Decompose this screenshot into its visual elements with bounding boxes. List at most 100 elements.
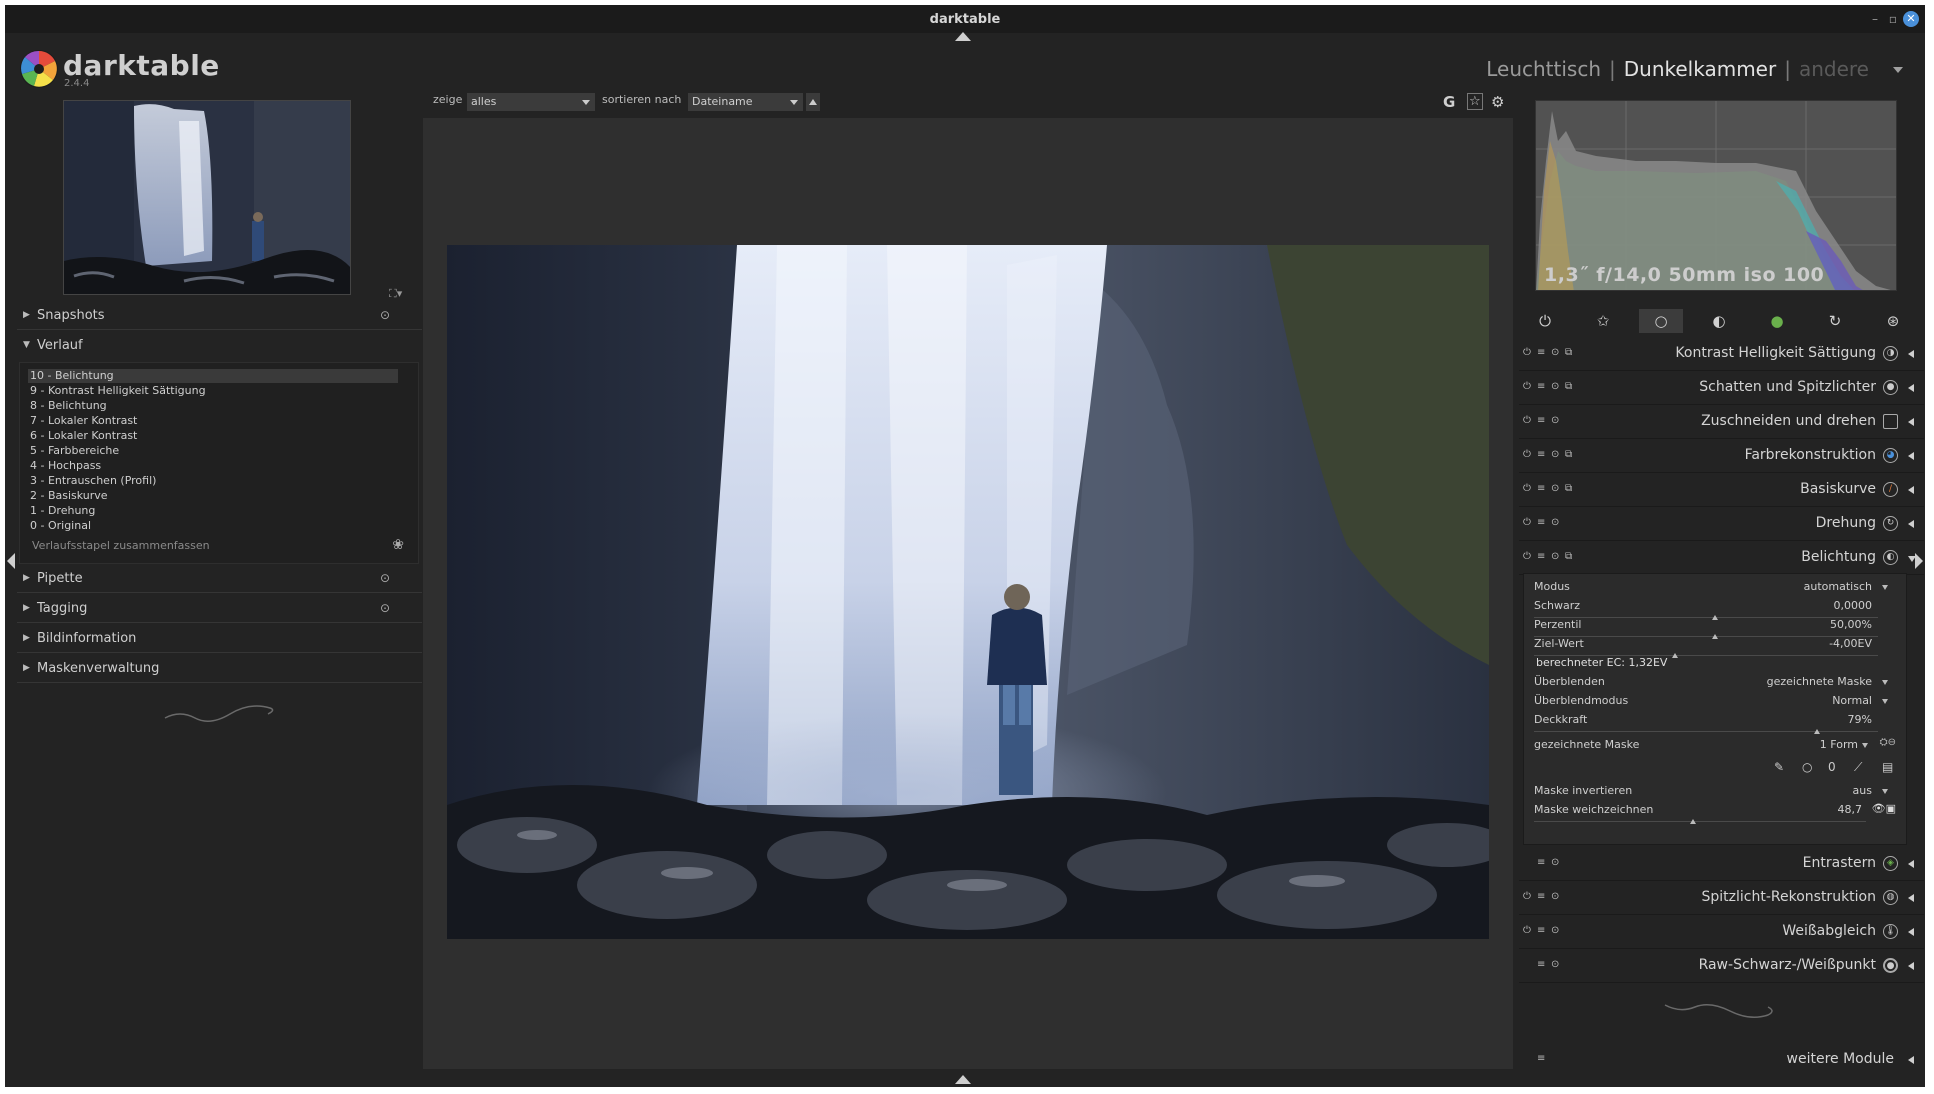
style-create-icon[interactable]: ❀ [392, 537, 404, 553]
view-darkroom[interactable]: Dunkelkammer [1624, 57, 1776, 81]
expand-arrow-icon[interactable] [1908, 452, 1914, 460]
correction-group-icon[interactable]: ↻ [1813, 309, 1857, 333]
mask-edit-icon[interactable]: ⛭⊖ [1880, 737, 1896, 748]
history-item[interactable]: 3 - Entrauschen (Profil) [30, 474, 156, 488]
section-tagging[interactable]: ▶ Tagging ⊙ [17, 595, 422, 623]
expand-arrow-icon[interactable] [1908, 962, 1914, 970]
section-mask-manager[interactable]: ▶ Maskenverwaltung [17, 655, 422, 683]
drawn-mask-row[interactable]: gezeichnete Maske 1 Form ⛭⊖ [1534, 737, 1896, 754]
power-icon[interactable]: ⏻ [1523, 483, 1531, 494]
section-image-information[interactable]: ▶ Bildinformation [17, 625, 422, 653]
path-pencil-icon[interactable]: ✎ [1774, 760, 1784, 774]
preferences-gear-icon[interactable]: ⚙ [1491, 93, 1504, 111]
history-item[interactable]: 5 - Farbbereiche [30, 444, 119, 458]
module-base-curve[interactable]: ⏻ ≡ ⊙ ⧉ Basiskurve ∕ [1519, 473, 1924, 507]
maximize-icon[interactable]: ▫ [1885, 11, 1901, 27]
section-history[interactable]: ▼ Verlauf [17, 332, 422, 360]
show-filter-dropdown[interactable]: alles [467, 93, 595, 111]
power-icon[interactable]: ⏻ [1523, 381, 1531, 392]
section-snapshots[interactable]: ▶ Snapshots ⊙ [17, 302, 422, 330]
expand-arrow-icon[interactable] [1908, 384, 1914, 392]
history-item[interactable]: 4 - Hochpass [30, 459, 101, 473]
reset-icon[interactable]: ⊙ [1551, 857, 1559, 868]
reset-icon[interactable]: ⊙ [1551, 381, 1559, 392]
top-panel-toggle-icon[interactable] [955, 32, 971, 41]
history-item[interactable]: 10 - Belichtung [28, 369, 398, 383]
percentile-slider[interactable]: Perzentil 50,00% [1534, 618, 1896, 639]
slider-knob[interactable] [1690, 819, 1696, 824]
tone-group-icon[interactable]: ◐ [1697, 309, 1741, 333]
minimize-icon[interactable]: – [1867, 11, 1883, 27]
blend-select[interactable]: Überblenden gezeichnete Maske [1534, 675, 1896, 691]
favorites-star-icon[interactable]: ✩ [1581, 309, 1625, 333]
power-icon[interactable]: ⏻ [1523, 347, 1531, 358]
power-icon[interactable]: ⏻ [1523, 449, 1531, 460]
presets-icon[interactable]: ≡ [1537, 415, 1545, 426]
effects-group-icon[interactable]: ⊛ [1871, 309, 1915, 333]
histogram[interactable]: 1,3˝ f/14,0 50mm iso 100 [1535, 100, 1897, 291]
expand-arrow-icon[interactable] [1908, 486, 1914, 494]
opacity-slider[interactable]: Deckkraft 79% [1534, 713, 1896, 734]
presets-icon[interactable]: ≡ [1537, 925, 1545, 936]
target-level-slider[interactable]: Ziel-Wert -4,00EV [1534, 637, 1896, 658]
presets-icon[interactable]: ≡ [1537, 381, 1545, 392]
close-icon[interactable]: ✕ [1903, 11, 1919, 27]
reset-icon[interactable]: ⊙ [380, 601, 390, 615]
main-image-preview[interactable] [447, 245, 1489, 939]
presets-icon[interactable]: ≡ [1537, 891, 1545, 902]
feather-mask-slider[interactable]: Maske weichzeichnen 48,7 👁▣ [1534, 802, 1896, 824]
overlay-star-icon[interactable]: ☆ [1467, 93, 1483, 110]
history-item[interactable]: 6 - Lokaler Kontrast [30, 429, 137, 443]
reset-icon[interactable]: ⊙ [1551, 347, 1559, 358]
reset-icon[interactable]: ⊙ [1551, 449, 1559, 460]
presets-icon[interactable]: ≡ [1537, 483, 1545, 494]
blend-mode-select[interactable]: Überblendmodus Normal [1534, 694, 1896, 710]
module-exposure[interactable]: ⏻ ≡ ⊙ ⧉ Belichtung ◐ [1519, 541, 1924, 575]
module-white-balance[interactable]: ⏻ ≡ ⊙ Weißabgleich 🌡 [1519, 915, 1924, 949]
compress-history-button[interactable]: Verlaufsstapel zusammenfassen [32, 539, 210, 552]
gradient-shape-icon[interactable]: ⟋ [1854, 760, 1862, 775]
module-color-reconstruction[interactable]: ⏻ ≡ ⊙ ⧉ Farbrekonstruktion ◕ [1519, 439, 1924, 473]
views-menu-chevron-icon[interactable] [1893, 67, 1903, 73]
invert-mask-select[interactable]: Maske invertieren aus [1534, 784, 1896, 800]
basic-group-circle-icon[interactable]: ○ [1639, 309, 1683, 333]
presets-icon[interactable]: ≡ [1537, 959, 1545, 970]
circle-shape-icon[interactable]: ○ [1802, 760, 1812, 774]
expand-arrow-icon[interactable] [1908, 928, 1914, 936]
reset-icon[interactable]: ⊙ [1551, 483, 1559, 494]
power-icon[interactable]: ⏻ [1523, 891, 1531, 902]
expand-arrow-icon[interactable] [1908, 860, 1914, 868]
more-modules-row[interactable]: ≡ weitere Module [1519, 1043, 1924, 1077]
multi-instance-icon[interactable]: ⧉ [1565, 483, 1572, 494]
power-icon[interactable]: ⏻ [1523, 517, 1531, 528]
reset-icon[interactable]: ⊙ [380, 308, 390, 322]
module-highlight-reconstruction[interactable]: ⏻ ≡ ⊙ Spitzlicht-Rekonstruktion ◍ [1519, 881, 1924, 915]
brush-shape-icon[interactable]: ▤ [1882, 760, 1893, 774]
module-demosaic[interactable]: ≡ ⊙ Entrastern ◈ [1519, 847, 1924, 881]
power-icon[interactable]: ⏻ [1523, 925, 1531, 936]
module-crop-rotate[interactable]: ⏻ ≡ ⊙ Zuschneiden und drehen [1519, 405, 1924, 439]
color-group-icon[interactable]: ● [1755, 309, 1799, 333]
history-item[interactable]: 0 - Original [30, 519, 91, 533]
multi-instance-icon[interactable]: ⧉ [1565, 347, 1572, 358]
sort-direction-button[interactable] [806, 93, 820, 111]
left-panel-toggle-icon[interactable] [7, 553, 15, 569]
section-pipette[interactable]: ▶ Pipette ⊙ [17, 565, 422, 593]
presets-icon[interactable]: ≡ [1537, 1053, 1545, 1064]
multi-instance-icon[interactable]: ⧉ [1565, 551, 1572, 562]
history-item[interactable]: 7 - Lokaler Kontrast [30, 414, 137, 428]
mode-select[interactable]: Modus automatisch [1534, 580, 1896, 596]
module-raw-black-white-point[interactable]: ≡ ⊙ Raw-Schwarz-/Weißpunkt ● [1519, 949, 1924, 983]
black-slider[interactable]: Schwarz 0,0000 [1534, 599, 1896, 620]
presets-icon[interactable]: ≡ [1537, 449, 1545, 460]
slider-knob[interactable] [1814, 729, 1820, 734]
active-modules-power-icon[interactable]: ⏻ [1523, 309, 1567, 333]
presets-icon[interactable]: ≡ [1537, 551, 1545, 562]
reset-icon[interactable]: ⊙ [1551, 415, 1559, 426]
reset-icon[interactable]: ⊙ [380, 571, 390, 585]
reset-icon[interactable]: ⊙ [1551, 959, 1559, 970]
expand-arrow-icon[interactable] [1908, 520, 1914, 528]
grouping-icon[interactable]: G [1443, 93, 1455, 111]
module-contrast-brightness-saturation[interactable]: ⏻ ≡ ⊙ ⧉ Kontrast Helligkeit Sättigung ◑ [1519, 337, 1924, 371]
navigation-thumbnail[interactable] [63, 100, 351, 295]
